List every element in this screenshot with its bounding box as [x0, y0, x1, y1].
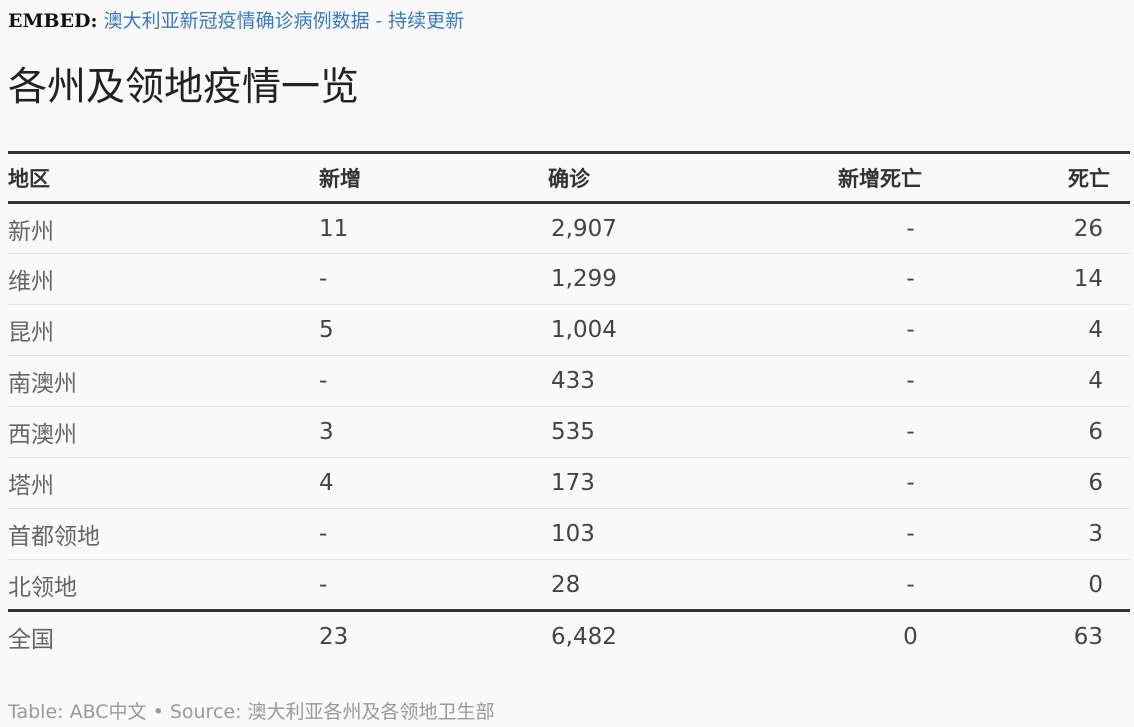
cell-new-deaths: -	[794, 253, 969, 305]
cell-new: 11	[319, 202, 544, 254]
table-body: 新州 11 2,907 - 26 维州 - 1,299 - 14 昆州 5 1,…	[8, 202, 1130, 611]
cell-new-deaths: -	[794, 304, 969, 356]
cell-region: 北领地	[8, 574, 77, 601]
cell-region: 南澳州	[8, 355, 319, 407]
cell-confirmed: 433	[544, 355, 794, 407]
cell-confirmed: 2,907	[544, 202, 794, 254]
column-header-region: 地区	[8, 151, 319, 204]
cell-confirmed: 1,004	[544, 304, 794, 356]
source-footer: Table: ABC中文 • Source: 澳大利亚各州及各领地卫生部	[8, 701, 495, 723]
cell-new-deaths: -	[794, 202, 969, 254]
column-header-confirmed: 确诊	[544, 151, 794, 204]
column-header-new: 新增	[319, 151, 544, 204]
header-row: 地区 新增 确诊 新增死亡 死亡	[8, 151, 1130, 204]
cell-new-deaths: -	[794, 355, 969, 407]
cell-region: 首都领地	[8, 508, 319, 560]
total-new-deaths: 0	[794, 609, 969, 663]
cell-deaths: 3	[969, 508, 1130, 560]
cell-confirmed: 1,299	[544, 253, 794, 305]
table-row: 新州 11 2,907 - 26	[8, 202, 1130, 254]
table-row: 南澳州 - 433 - 4	[8, 355, 1130, 407]
cell-confirmed: 28	[551, 571, 581, 598]
cell-new: -	[319, 508, 544, 560]
page-title: 各州及领地疫情一览	[8, 65, 360, 110]
total-confirmed: 6,482	[544, 609, 794, 663]
cell-deaths: 4	[969, 355, 1130, 407]
total-row: 全国 23 6,482 0 63	[8, 609, 1130, 663]
cell-new: -	[319, 571, 328, 598]
cell-region: 西澳州	[8, 406, 319, 458]
covid-table: 地区 新增 确诊 新增死亡 死亡 新州 11 2,907 - 26 维州 - 1…	[8, 151, 1130, 663]
embed-label: EMBED:	[8, 10, 98, 32]
cell-region: 塔州	[8, 457, 319, 509]
data-table-container: 地区 新增 确诊 新增死亡 死亡 新州 11 2,907 - 26 维州 - 1…	[8, 151, 1130, 663]
table-row: 北领地 - 28 - 0	[8, 560, 1130, 611]
total-deaths: 63	[969, 609, 1130, 663]
cell-new-deaths: -	[794, 508, 969, 560]
table-row: 塔州 4 173 - 6	[8, 457, 1130, 509]
total-new: 23	[319, 609, 544, 663]
cell-new: -	[319, 253, 544, 305]
cell-confirmed: 173	[544, 457, 794, 509]
cell-deaths: 4	[969, 304, 1130, 356]
cell-new: 4	[319, 457, 544, 509]
column-header-deaths: 死亡	[969, 151, 1130, 204]
total-region: 全国	[8, 609, 319, 663]
cell-deaths: 26	[969, 202, 1130, 254]
cell-deaths: 0	[1088, 571, 1103, 598]
cell-confirmed: 535	[544, 406, 794, 458]
table-row: 西澳州 3 535 - 6	[8, 406, 1130, 458]
table-footer: 全国 23 6,482 0 63	[8, 609, 1130, 663]
embed-link[interactable]: 澳大利亚新冠疫情确诊病例数据 - 持续更新	[104, 10, 465, 32]
cell-new: -	[319, 355, 544, 407]
table-row: 首都领地 - 103 - 3	[8, 508, 1130, 560]
column-header-new-deaths: 新增死亡	[794, 151, 969, 204]
embed-line: EMBED: 澳大利亚新冠疫情确诊病例数据 - 持续更新	[8, 8, 464, 34]
cell-new-deaths: -	[906, 571, 915, 598]
cell-region: 维州	[8, 253, 319, 305]
cell-new: 3	[319, 406, 544, 458]
cell-region: 新州	[8, 202, 319, 254]
cell-new: 5	[319, 304, 544, 356]
cell-deaths: 14	[969, 253, 1130, 305]
cell-region: 昆州	[8, 304, 319, 356]
table-header: 地区 新增 确诊 新增死亡 死亡	[8, 151, 1130, 204]
table-row: 昆州 5 1,004 - 4	[8, 304, 1130, 356]
cell-new-deaths: -	[794, 406, 969, 458]
cell-deaths: 6	[969, 406, 1130, 458]
cell-confirmed: 103	[544, 508, 794, 560]
table-row: 维州 - 1,299 - 14	[8, 253, 1130, 305]
cell-deaths: 6	[969, 457, 1130, 509]
cell-new-deaths: -	[794, 457, 969, 509]
